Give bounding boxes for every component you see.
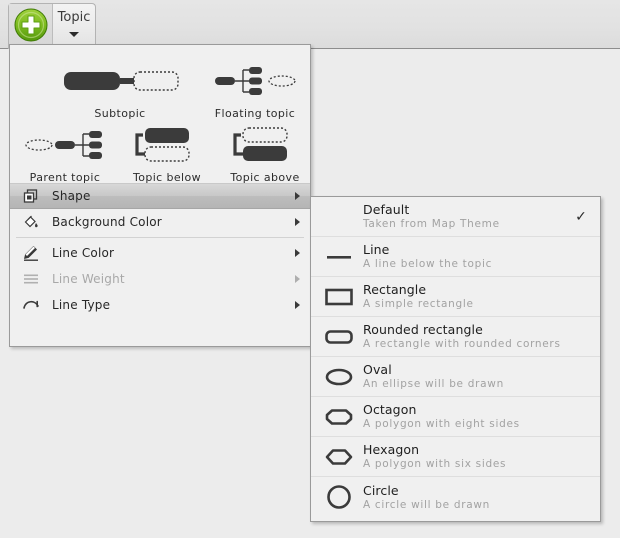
hexagon-shape-icon — [319, 437, 359, 476]
shape-option-title: Rounded rectangle — [363, 322, 483, 337]
gallery-item-parent-topic[interactable]: Parent topic — [15, 121, 115, 184]
rounded-rectangle-shape-icon — [319, 317, 359, 356]
checkmark-icon: ✓ — [575, 208, 587, 225]
menu-item-label: Line Color — [52, 246, 115, 260]
gallery-item-floating-topic[interactable]: Floating topic — [205, 57, 305, 120]
menu-item-label: Line Weight — [52, 272, 125, 286]
shape-option-desc: Taken from Map Theme — [363, 218, 500, 230]
gallery-item-subtopic[interactable]: Subtopic — [50, 57, 190, 120]
oval-shape-icon — [319, 357, 359, 396]
shape-icon — [20, 185, 42, 207]
line-shape-icon — [319, 237, 359, 276]
topic-dropdown-panel: Subtopic Floating topic Parent topic Top… — [9, 44, 311, 347]
line-weight-icon — [20, 268, 42, 290]
shape-option-title: Rectangle — [363, 282, 427, 297]
chevron-right-icon — [295, 301, 300, 309]
shape-option-line[interactable]: Line A line below the topic — [311, 237, 600, 277]
menu-item-shape[interactable]: Shape — [10, 183, 310, 209]
topic-button-labels[interactable]: Topic — [53, 4, 95, 49]
circle-shape-icon — [319, 477, 359, 517]
shape-option-desc: A polygon with six sides — [363, 458, 507, 470]
shape-option-default[interactable]: Default Taken from Map Theme ✓ — [311, 197, 600, 237]
shape-option-rectangle[interactable]: Rectangle A simple rectangle — [311, 277, 600, 317]
octagon-shape-icon — [319, 397, 359, 436]
parent-topic-icon — [15, 121, 115, 169]
shape-option-desc: A line below the topic — [363, 258, 493, 270]
toolbar: Topic — [0, 0, 620, 49]
menu-item-line-weight[interactable]: Line Weight — [10, 266, 310, 292]
add-topic-cell[interactable] — [9, 4, 53, 49]
shape-option-desc: A polygon with eight sides — [363, 418, 520, 430]
topic-above-icon — [215, 121, 315, 169]
menu-separator — [16, 237, 304, 238]
rectangle-shape-icon — [319, 277, 359, 316]
shape-option-octagon[interactable]: Octagon A polygon with eight sides — [311, 397, 600, 437]
shape-option-title: Oval — [363, 362, 392, 377]
topic-button-label: Topic — [57, 10, 91, 25]
format-menu-list: Shape Background Color Line Color Line W… — [10, 183, 310, 346]
shape-option-desc: A rectangle with rounded corners — [363, 338, 561, 350]
shape-option-rounded-rectangle[interactable]: Rounded rectangle A rectangle with round… — [311, 317, 600, 357]
shape-option-oval[interactable]: Oval An ellipse will be drawn — [311, 357, 600, 397]
chevron-right-icon — [295, 275, 300, 283]
shape-option-title: Circle — [363, 482, 399, 498]
line-type-icon — [20, 294, 42, 316]
gallery-item-label: Floating topic — [214, 107, 296, 120]
caret-down-icon[interactable] — [69, 32, 79, 37]
chevron-right-icon — [295, 192, 300, 200]
shape-option-title: Octagon — [363, 402, 417, 417]
topic-toolbar-button[interactable]: Topic — [8, 3, 96, 49]
shape-option-desc: A simple rectangle — [363, 298, 474, 310]
shape-option-desc: An ellipse will be drawn — [363, 378, 504, 390]
plus-circle-icon — [14, 8, 48, 46]
shape-option-title: Hexagon — [363, 442, 420, 457]
paint-bucket-icon — [20, 211, 42, 233]
subtopic-icon — [50, 57, 190, 105]
shape-submenu-panel: Default Taken from Map Theme ✓ Line A li… — [310, 196, 601, 522]
topic-below-icon — [117, 121, 217, 169]
gallery-item-topic-below[interactable]: Topic below — [117, 121, 217, 184]
menu-item-label: Shape — [52, 189, 91, 203]
menu-item-line-color[interactable]: Line Color — [10, 240, 310, 266]
menu-item-line-type[interactable]: Line Type — [10, 292, 310, 318]
menu-item-background-color[interactable]: Background Color — [10, 209, 310, 235]
topic-type-gallery: Subtopic Floating topic Parent topic Top… — [10, 45, 310, 184]
menu-item-label: Line Type — [52, 298, 111, 312]
shape-option-desc: A circle will be drawn — [363, 498, 490, 511]
shape-option-title: Line — [363, 242, 390, 257]
shape-option-circle[interactable]: Circle A circle will be drawn — [311, 477, 600, 517]
floating-topic-icon — [205, 57, 305, 105]
gallery-item-label: Subtopic — [94, 107, 146, 120]
gallery-item-topic-above[interactable]: Topic above — [215, 121, 315, 184]
chevron-right-icon — [295, 249, 300, 257]
shape-option-hexagon[interactable]: Hexagon A polygon with six sides — [311, 437, 600, 477]
chevron-right-icon — [295, 218, 300, 226]
no-shape-icon — [319, 197, 359, 236]
pen-icon — [20, 242, 42, 264]
shape-option-title: Default — [363, 202, 410, 217]
menu-item-label: Background Color — [52, 215, 162, 229]
